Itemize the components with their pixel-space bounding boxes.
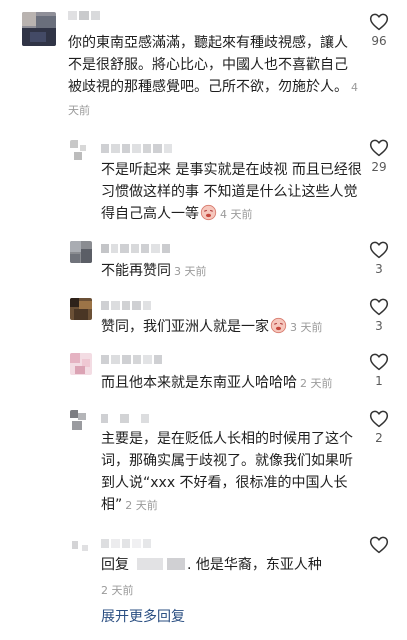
avatar[interactable] <box>70 410 92 432</box>
timestamp: 4 天前 <box>220 208 253 221</box>
reply-prefix: 回复 <box>101 557 129 573</box>
username-blurred[interactable] <box>101 355 162 364</box>
comment-text: 而且他本来就是东南亚人哈哈哈 2 天前 <box>101 372 363 395</box>
avatar[interactable] <box>70 537 92 559</box>
heart-outline-icon <box>369 241 389 259</box>
avatar[interactable] <box>70 140 92 162</box>
avatar[interactable] <box>70 298 92 320</box>
comment-text: 回复 . 他是华裔，东亚人种 <box>101 554 363 576</box>
like-count: 1 <box>375 374 383 388</box>
like-button[interactable]: 3 <box>364 240 394 277</box>
like-button[interactable] <box>364 535 394 554</box>
expand-more-replies-link[interactable]: 展开更多回复 <box>101 606 185 626</box>
like-button[interactable]: 96 <box>364 12 394 49</box>
comment-body: 不能再赞同 <box>101 263 171 279</box>
username-blurred[interactable] <box>101 301 151 310</box>
username-blurred[interactable] <box>101 144 172 153</box>
comment-body: 你的東南亞感滿滿，聽起來有種歧視感，讓人不是很舒服。將心比心，中國人也不喜歡自己… <box>68 35 348 95</box>
username-blurred[interactable] <box>101 244 170 253</box>
heart-outline-icon <box>369 139 389 157</box>
username-blurred[interactable] <box>101 539 151 548</box>
heart-outline-icon <box>369 410 389 428</box>
like-button[interactable]: 29 <box>364 138 394 175</box>
heart-outline-icon <box>369 13 389 31</box>
timestamp: 2 天前 <box>300 377 333 390</box>
comment-text: 赞同，我们亚洲人就是一家 3 天前 <box>101 316 363 339</box>
like-count: 3 <box>375 319 383 333</box>
timestamp: 3 天前 <box>290 321 323 334</box>
timestamp: 2 天前 <box>125 499 158 512</box>
avatar[interactable] <box>70 241 92 263</box>
like-button[interactable]: 2 <box>364 409 394 446</box>
like-count: 2 <box>375 431 383 445</box>
face-emoji-icon <box>270 317 287 334</box>
comment-text: 不是听起来 是事实就是在歧视 而且已经很习惯做这样的事 不知道是什么让这些人觉得… <box>101 159 363 226</box>
heart-outline-icon <box>369 298 389 316</box>
comment-body: 赞同，我们亚洲人就是一家 <box>101 319 269 335</box>
like-count: 29 <box>371 160 387 174</box>
comment-body: 而且他本来就是东南亚人哈哈哈 <box>101 375 297 391</box>
comment-text: 不能再赞同 3 天前 <box>101 260 363 283</box>
like-button[interactable]: 1 <box>364 352 394 389</box>
heart-outline-icon <box>369 536 389 554</box>
mentioned-user-blurred[interactable] <box>167 558 185 570</box>
avatar[interactable] <box>70 353 92 375</box>
like-count: 3 <box>375 262 383 276</box>
heart-outline-icon <box>369 353 389 371</box>
face-emoji-icon <box>200 204 217 221</box>
username-blurred[interactable] <box>101 414 149 423</box>
username-blurred[interactable] <box>68 11 100 20</box>
like-count: 96 <box>371 34 387 48</box>
mentioned-user-blurred[interactable] <box>137 558 163 570</box>
timestamp: 3 天前 <box>174 265 207 278</box>
comment-text: 主要是，是在贬低人长相的时候用了这个词，那确实属于歧视了。就像我们如果听到人说“… <box>101 428 363 517</box>
comment-text: 你的東南亞感滿滿，聽起來有種歧視感，讓人不是很舒服。將心比心，中國人也不喜歡自己… <box>68 32 360 122</box>
timestamp: 2 天前 <box>101 584 134 597</box>
avatar[interactable] <box>22 12 56 46</box>
like-button[interactable]: 3 <box>364 297 394 334</box>
comment-body: . 他是华裔，东亚人种 <box>187 557 322 573</box>
